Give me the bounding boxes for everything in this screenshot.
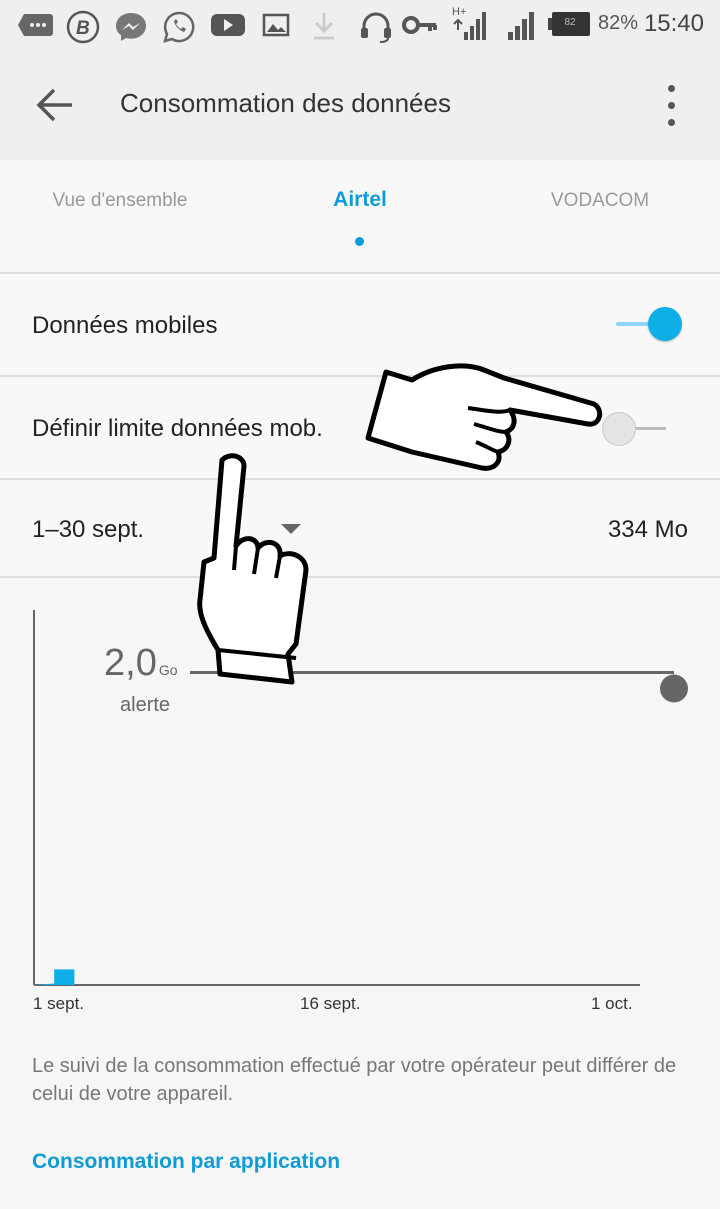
- headset-icon: [361, 12, 391, 43]
- warning-value: 2,0 Go: [104, 642, 178, 685]
- tab-overview[interactable]: Vue d'ensemble: [30, 190, 210, 212]
- warning-limit-handle[interactable]: [660, 674, 688, 703]
- usage-series-area-0: [34, 969, 75, 985]
- x-tick-mid: 16 sept.: [300, 994, 361, 1013]
- warning-label: alerte: [120, 694, 171, 716]
- battery-level: 82: [564, 17, 576, 28]
- download-icon: [314, 13, 334, 40]
- sim-tabs: Vue d'ensemble Airtel VODACOM: [0, 160, 720, 274]
- pointing-hand-down-icon: [197, 453, 309, 685]
- tab-airtel[interactable]: Airtel: [290, 188, 430, 212]
- mobile-data-switch[interactable]: [614, 304, 684, 344]
- tab-vodacom[interactable]: VODACOM: [520, 190, 680, 212]
- arrow-back-icon[interactable]: [30, 80, 80, 130]
- tab-indicator: [355, 237, 364, 246]
- usage-chart-svg: [33, 610, 688, 986]
- data-limit-row[interactable]: Définir limite données mob.: [0, 377, 720, 480]
- app-bar: Consommation des données: [0, 50, 720, 160]
- data-limit-switch[interactable]: [600, 409, 670, 449]
- page-title: Consommation des données: [120, 88, 451, 118]
- youtube-icon: [211, 14, 245, 36]
- signal-icon: [453, 12, 486, 40]
- battery-icon: 82: [548, 12, 592, 36]
- b-app-icon: B: [66, 10, 100, 44]
- pointing-hand-left-icon: [365, 363, 603, 471]
- signal-icon: [508, 12, 534, 40]
- messenger-icon: [116, 13, 146, 41]
- mobile-data-label: Données mobiles: [32, 312, 218, 339]
- mobile-data-row[interactable]: Données mobiles: [0, 274, 720, 377]
- message-icon: [18, 14, 53, 36]
- data-limit-label: Définir limite données mob.: [32, 415, 323, 442]
- status-bar: B H+ 82 82% 15:40: [0, 0, 720, 50]
- battery-percent: 82%: [598, 12, 639, 34]
- whatsapp-icon: [163, 11, 195, 43]
- x-tick-end: 1 oct.: [591, 994, 633, 1013]
- x-tick-start: 1 sept.: [33, 994, 85, 1013]
- period-selector[interactable]: 1–30 sept.: [32, 516, 144, 544]
- app-usage-link[interactable]: Consommation par application: [32, 1150, 340, 1174]
- usage-chart: 2,0 Go alerte 1 sept. 16 sept. 1 oct.: [0, 578, 720, 1038]
- gallery-icon: [262, 13, 290, 37]
- clock: 15:40: [643, 10, 704, 37]
- period-row[interactable]: 1–30 sept. 334 Mo: [0, 480, 720, 578]
- svg-text:B: B: [76, 18, 90, 39]
- warning-unit: Go: [158, 662, 178, 678]
- key-icon: [402, 16, 437, 34]
- period-usage: 334 Mo: [607, 516, 688, 543]
- more-vert-icon[interactable]: [662, 80, 682, 130]
- carrier-note: Le suivi de la consommation effectué par…: [32, 1055, 677, 1105]
- warning-number: 2,0: [104, 642, 157, 684]
